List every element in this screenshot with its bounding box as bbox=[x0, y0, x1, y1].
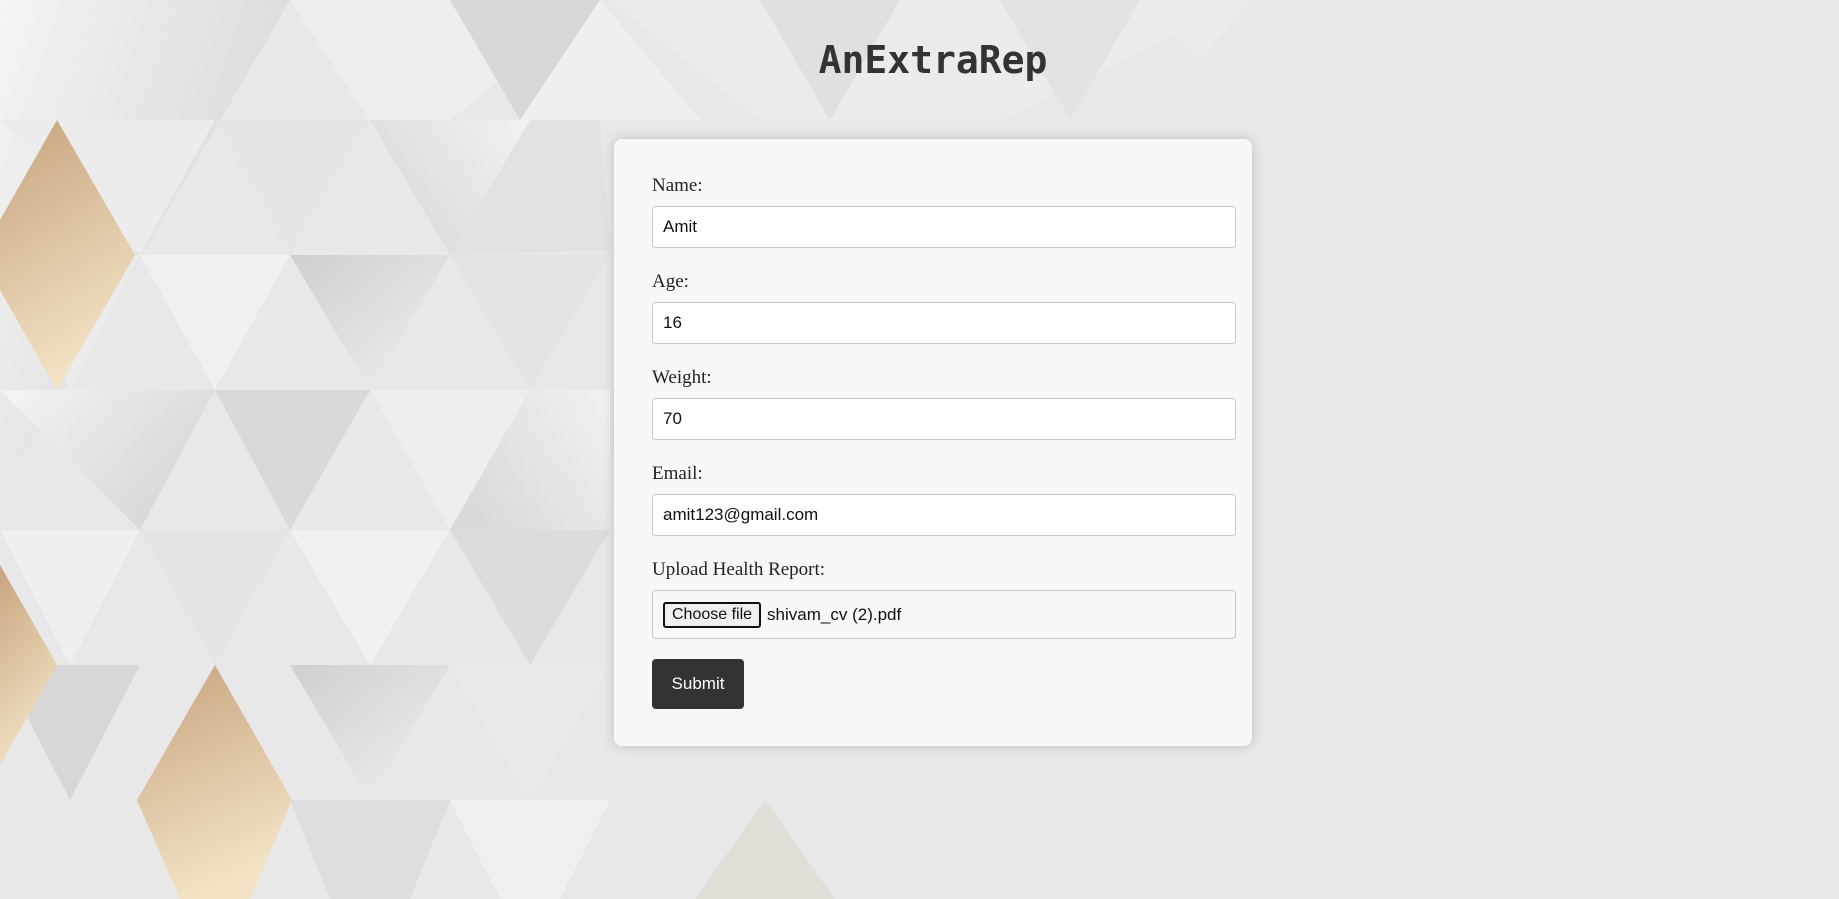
health-report-form: Name: Age: Weight: Email: Upload Health … bbox=[614, 139, 1252, 746]
email-label: Email: bbox=[652, 463, 703, 484]
file-upload-field[interactable]: Choose file shivam_cv (2).pdf bbox=[652, 590, 1236, 639]
age-input[interactable] bbox=[652, 302, 1236, 344]
age-label: Age: bbox=[652, 271, 689, 292]
submit-button[interactable]: Submit bbox=[652, 659, 744, 709]
weight-label: Weight: bbox=[652, 367, 712, 388]
name-input[interactable] bbox=[652, 206, 1236, 248]
email-input[interactable] bbox=[652, 494, 1236, 536]
upload-label: Upload Health Report: bbox=[652, 559, 826, 580]
page-title: AnExtraRep bbox=[818, 38, 1048, 82]
selected-file-name: shivam_cv (2).pdf bbox=[767, 604, 902, 624]
weight-input[interactable] bbox=[652, 398, 1236, 440]
name-label: Name: bbox=[652, 175, 703, 196]
choose-file-button[interactable]: Choose file bbox=[663, 601, 762, 628]
